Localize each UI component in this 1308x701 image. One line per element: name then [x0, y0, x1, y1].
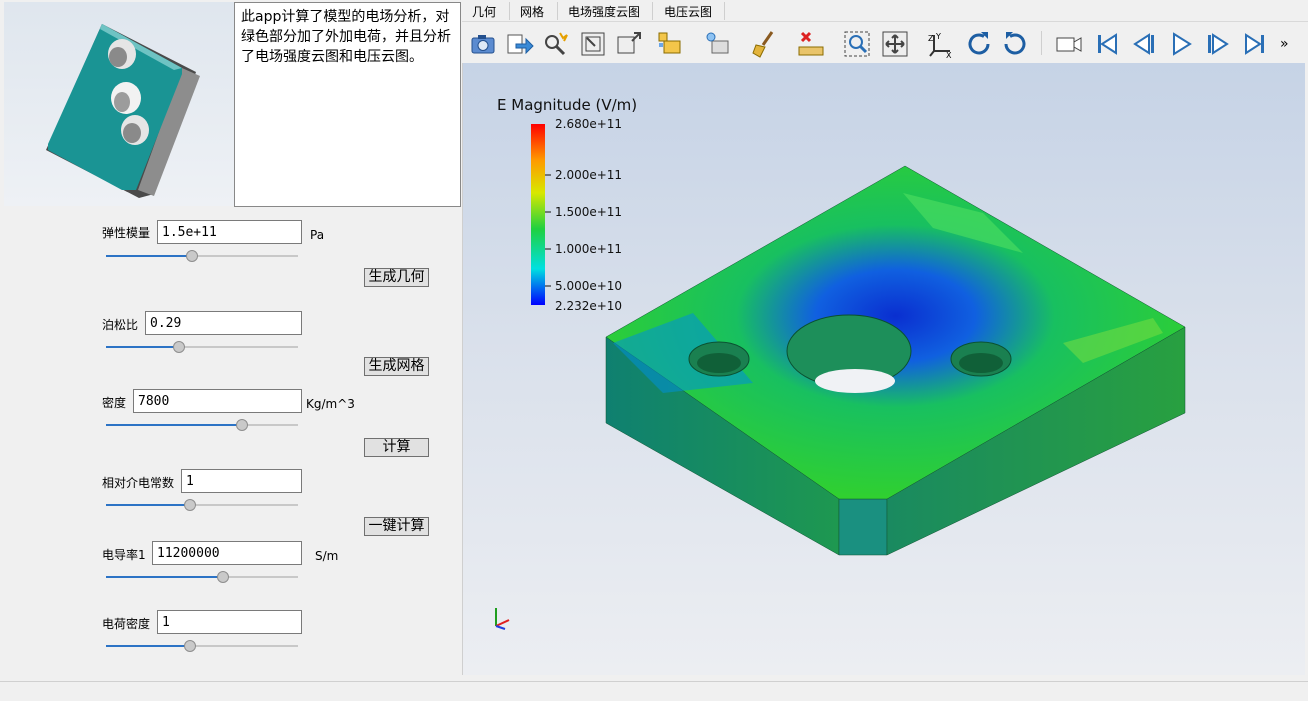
legend-tick: 1.500e+11	[555, 205, 623, 219]
elastic-modulus-slider[interactable]	[106, 249, 298, 263]
first-frame-icon[interactable]	[1092, 29, 1122, 59]
play-icon[interactable]	[1166, 29, 1196, 59]
param-label-density: 密度	[102, 396, 127, 410]
select-points-icon[interactable]	[704, 29, 734, 59]
axes-icon[interactable]: YZ X	[926, 29, 956, 60]
density-slider[interactable]	[106, 418, 298, 432]
param-label-poisson: 泊松比	[102, 318, 139, 332]
generate-mesh-button[interactable]: 生成网格	[364, 357, 429, 376]
poisson-ratio-input[interactable]	[145, 311, 302, 335]
legend-tick: 2.232e+10	[555, 299, 623, 313]
slider-handle[interactable]	[184, 499, 197, 511]
app-description: 此app计算了模型的电场分析，对绿色部分加了外加电荷，并且分析了电场强度云图和电…	[234, 2, 461, 207]
reset-camera-icon[interactable]	[578, 29, 608, 59]
conductivity-input[interactable]	[152, 541, 302, 565]
elastic-modulus-input[interactable]	[157, 220, 302, 244]
tab-geometry[interactable]: 几何	[472, 3, 496, 20]
tab-voltage-contour[interactable]: 电压云图	[664, 3, 712, 20]
svg-text:Z: Z	[928, 34, 934, 43]
legend-tick: 2.000e+11	[555, 168, 623, 182]
zoom-data-icon[interactable]	[880, 29, 910, 59]
poisson-ratio-slider[interactable]	[106, 340, 298, 354]
param-label-conductivity: 电导率1	[102, 548, 146, 562]
camera-icon[interactable]	[468, 29, 498, 59]
render-viewport[interactable]: E Magnitude (V/m) 2.680e+11 2.000e+11 1.…	[462, 63, 1305, 675]
charge-density-slider[interactable]	[106, 639, 298, 653]
more-icon[interactable]: »	[1280, 29, 1300, 59]
one-click-compute-button[interactable]: 一键计算	[364, 517, 429, 536]
slider-handle[interactable]	[172, 341, 185, 353]
orientation-axes	[495, 608, 510, 630]
zoom-to-box-icon[interactable]	[842, 29, 872, 59]
density-input[interactable]	[133, 389, 302, 413]
legend-tick: 5.000e+10	[555, 279, 623, 293]
elastic-modulus-unit: Pa	[310, 228, 325, 242]
export-icon[interactable]	[504, 29, 534, 59]
relative-permittivity-input[interactable]	[181, 469, 302, 493]
rotate-cw-icon[interactable]	[964, 29, 994, 59]
select-cells-icon[interactable]	[656, 29, 686, 59]
slider-handle[interactable]	[184, 640, 197, 652]
slider-handle[interactable]	[217, 571, 230, 583]
charge-density-input[interactable]	[157, 610, 302, 634]
slider-handle[interactable]	[186, 250, 199, 262]
param-label-elastic-modulus: 弹性模量	[102, 226, 151, 240]
zoom-box-icon[interactable]	[614, 29, 644, 59]
svg-text:Y: Y	[935, 32, 941, 41]
interact-select-icon[interactable]	[540, 29, 570, 59]
legend-tick: 1.000e+11	[555, 242, 623, 256]
render-toolbar: YZ X »	[462, 23, 1308, 63]
record-camera-icon[interactable]	[1054, 29, 1084, 59]
svg-text:X: X	[946, 51, 952, 59]
colorbar	[531, 124, 545, 305]
view-tab-bar: 几何 网格 电场强度云图 电压云图	[462, 0, 1308, 22]
next-frame-icon[interactable]	[1203, 29, 1233, 59]
tab-efield-contour[interactable]: 电场强度云图	[568, 3, 640, 20]
last-frame-icon[interactable]	[1240, 29, 1270, 59]
param-label-permittivity: 相对介电常数	[102, 476, 175, 490]
status-bar	[0, 681, 1308, 701]
clear-selection-icon[interactable]	[750, 29, 780, 59]
relative-permittivity-slider[interactable]	[106, 498, 298, 512]
ruler-icon[interactable]	[796, 29, 826, 59]
density-unit: Kg/m^3	[306, 397, 355, 411]
prev-frame-icon[interactable]	[1129, 29, 1159, 59]
model-thumbnail	[4, 2, 234, 206]
generate-geometry-button[interactable]: 生成几何	[364, 268, 429, 287]
param-label-charge-density: 电荷密度	[102, 617, 151, 631]
compute-button[interactable]: 计算	[364, 438, 429, 457]
rotate-ccw-icon[interactable]	[1000, 29, 1030, 59]
legend-tick: 2.680e+11	[555, 117, 623, 131]
conductivity-unit: S/m	[315, 549, 339, 563]
slider-handle[interactable]	[236, 419, 249, 431]
tab-mesh[interactable]: 网格	[520, 3, 544, 20]
conductivity-slider[interactable]	[106, 570, 298, 584]
